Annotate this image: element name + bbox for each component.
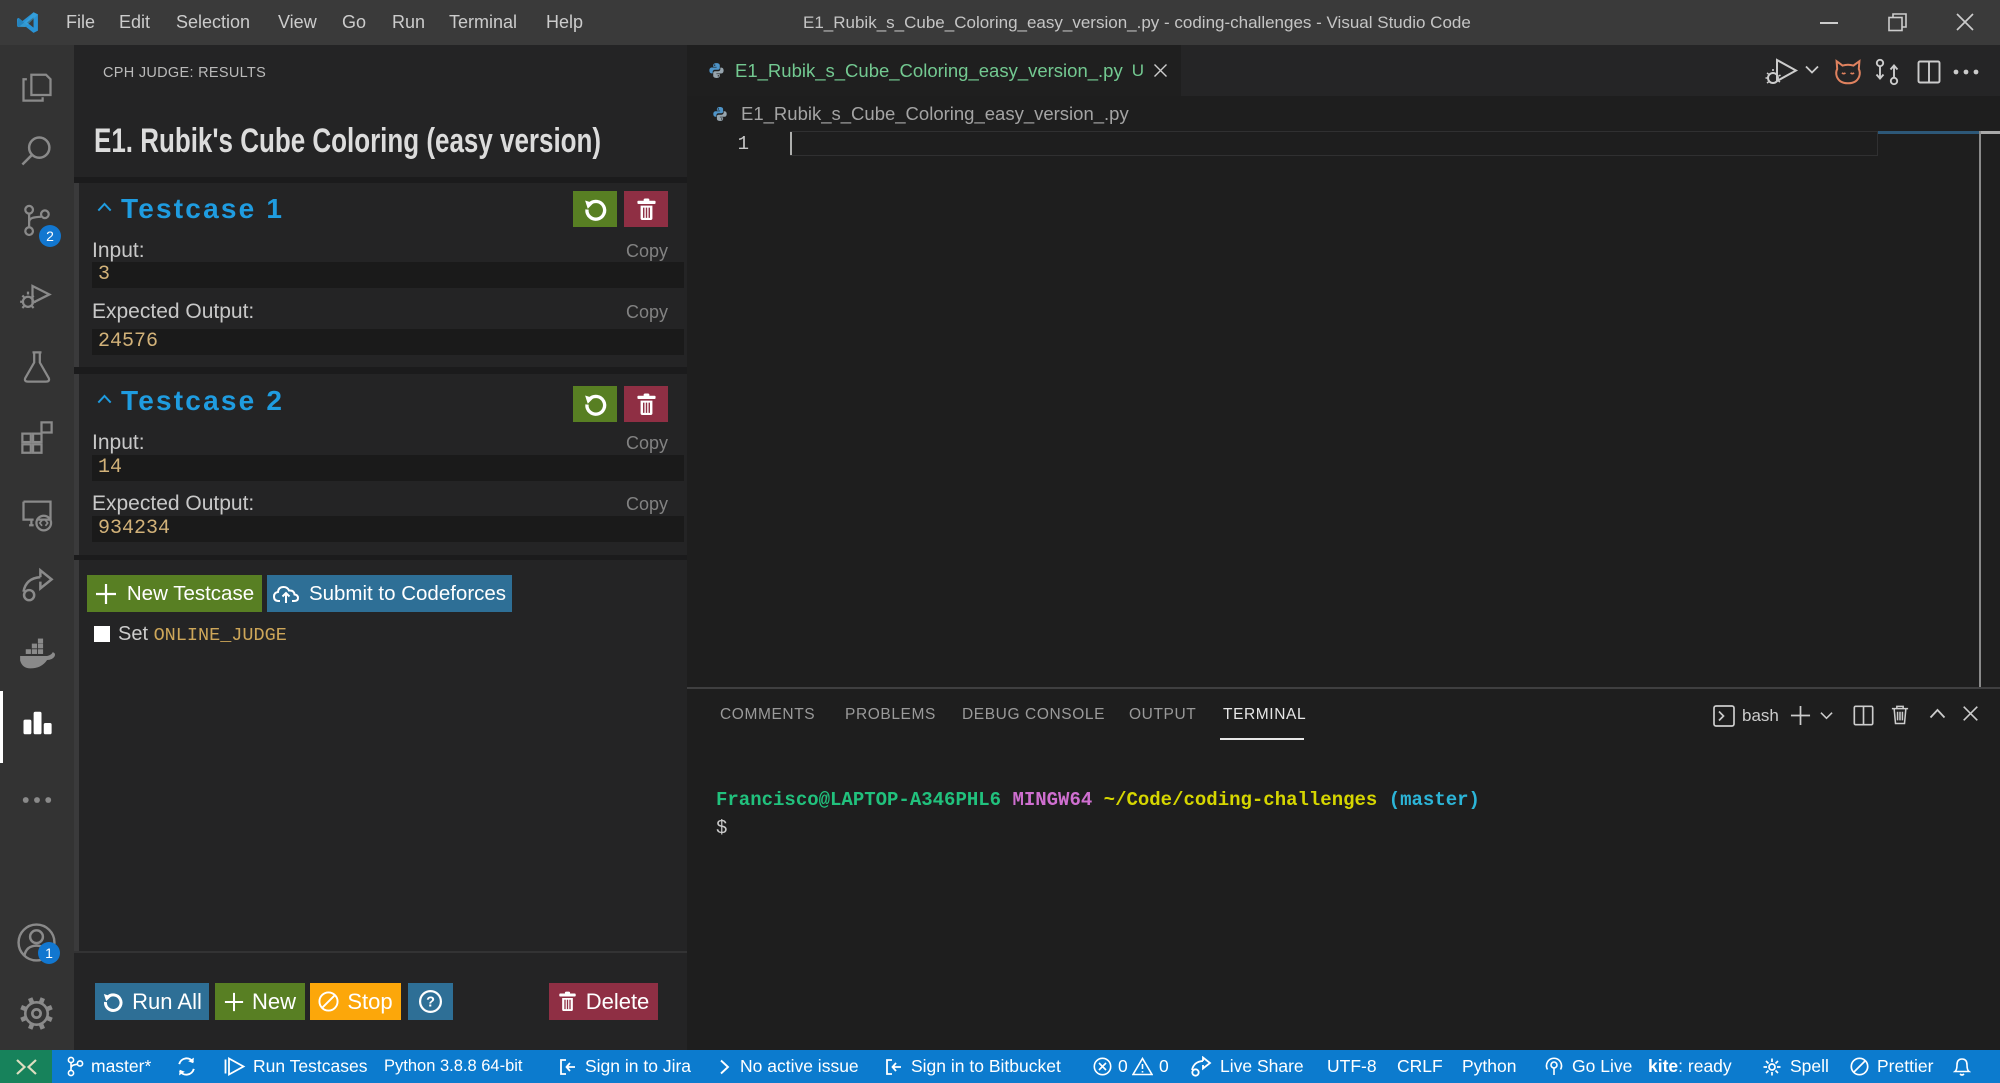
svg-text:?: ? xyxy=(426,995,435,1011)
